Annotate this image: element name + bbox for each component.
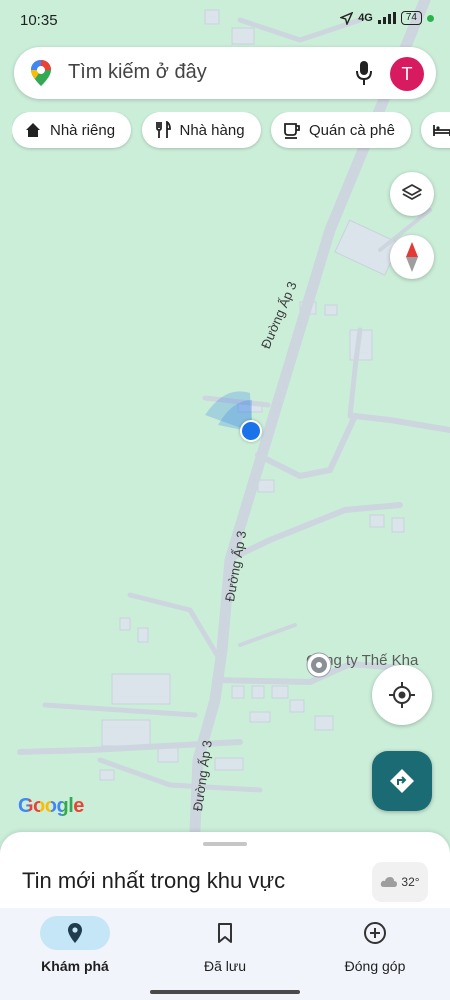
- google-attribution: Google: [18, 795, 84, 818]
- directions-icon: [390, 769, 414, 793]
- cloud-icon: [381, 877, 398, 887]
- avatar[interactable]: T: [390, 57, 424, 91]
- chip-label: Nhà hàng: [179, 121, 245, 139]
- sheet-drag-handle[interactable]: [203, 842, 247, 846]
- my-location-button[interactable]: [372, 665, 432, 725]
- layers-icon: [402, 184, 422, 200]
- nav-label: Đóng góp: [344, 958, 406, 974]
- mic-icon[interactable]: [356, 60, 372, 86]
- bottom-navigation: Khám phá Đã lưu Đóng góp: [0, 908, 450, 1000]
- status-time: 10:35: [20, 12, 58, 29]
- nav-saved[interactable]: Đã lưu: [150, 916, 300, 974]
- hotel-icon: [433, 125, 450, 136]
- nav-explore[interactable]: Khám phá: [0, 916, 150, 974]
- chip-coffee[interactable]: Quán cà phê: [271, 112, 411, 148]
- explore-pin-icon: [68, 923, 82, 943]
- network-label: 4G: [358, 12, 373, 24]
- maps-logo-icon: [31, 60, 51, 86]
- current-location-dot: [240, 420, 262, 442]
- directions-button[interactable]: [372, 751, 432, 811]
- google-logo-text: Google: [18, 795, 84, 817]
- chip-label: Nhà riêng: [50, 121, 116, 139]
- nav-label: Đã lưu: [203, 958, 247, 974]
- chip-home[interactable]: Nhà riêng: [12, 112, 132, 148]
- search-bar[interactable]: Tìm kiếm ở đây T: [14, 47, 436, 99]
- weather-badge[interactable]: 32°: [372, 862, 428, 902]
- signal-icon: [377, 12, 396, 24]
- nav-label: Khám phá: [41, 958, 109, 974]
- poi-pin-icon: [306, 652, 332, 678]
- chip-label: Quán cà phê: [309, 121, 395, 139]
- restaurant-icon: [155, 121, 171, 138]
- category-chips: Nhà riêng Nhà hàng Quán cà phê: [12, 112, 450, 152]
- compass-icon: [406, 242, 418, 272]
- battery-indicator: 74: [400, 11, 422, 25]
- search-input[interactable]: Tìm kiếm ở đây: [68, 61, 207, 84]
- sheet-title: Tin mới nhất trong khu vực: [22, 868, 286, 893]
- bookmark-icon: [218, 923, 232, 943]
- chip-restaurants[interactable]: Nhà hàng: [141, 112, 261, 148]
- compass-button[interactable]: [390, 235, 434, 279]
- home-icon: [26, 123, 40, 137]
- privacy-dot: [427, 14, 434, 22]
- temperature: 32°: [401, 875, 420, 889]
- chip-hotels[interactable]: [421, 112, 450, 148]
- nav-contribute[interactable]: Đóng góp: [300, 916, 450, 974]
- gesture-bar[interactable]: [150, 990, 300, 994]
- location-arrow-icon: [340, 11, 354, 25]
- status-bar: 10:35 4G 74: [0, 0, 450, 40]
- layers-button[interactable]: [390, 172, 434, 216]
- add-circle-icon: [364, 922, 386, 944]
- coffee-icon: [284, 123, 300, 139]
- crosshair-icon: [389, 682, 415, 708]
